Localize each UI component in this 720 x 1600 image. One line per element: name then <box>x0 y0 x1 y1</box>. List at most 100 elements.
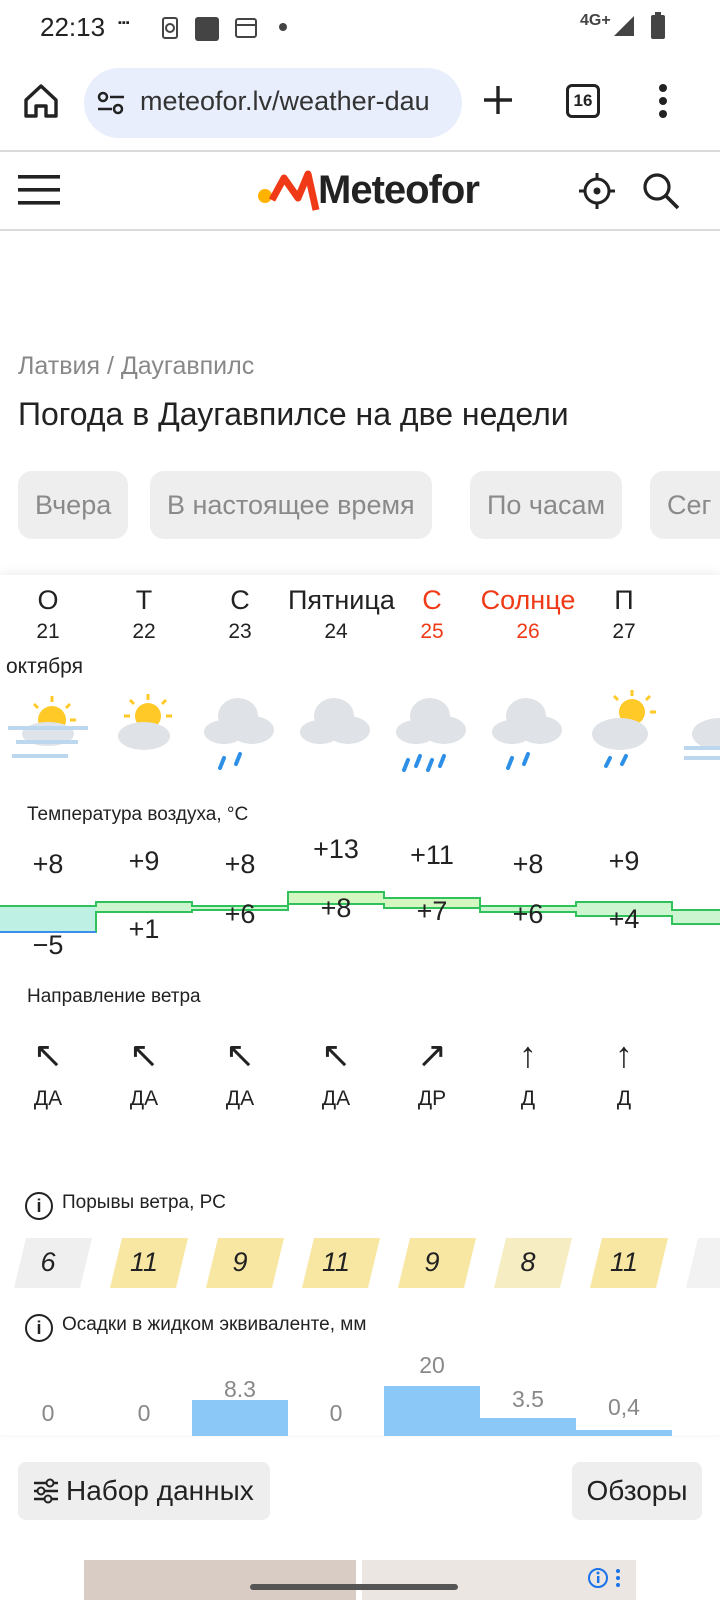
day-column-5[interactable]: С 25 <box>384 585 480 644</box>
day-date: 26 <box>516 620 540 643</box>
precip-value: 0 <box>137 1400 151 1426</box>
gust-value: 9 <box>424 1247 440 1277</box>
temp-max: +13 <box>313 834 359 864</box>
temp-min: +8 <box>320 893 352 923</box>
site-settings-icon[interactable] <box>96 88 126 118</box>
day-column-6[interactable]: Солнце 26 <box>480 585 576 644</box>
day-column-1[interactable]: О 21 <box>0 585 96 644</box>
info-icon[interactable]: i <box>25 1192 53 1220</box>
gust-value: 8 <box>520 1247 536 1277</box>
day-date: 25 <box>420 620 444 643</box>
day-name: Т <box>135 585 153 615</box>
temu-icon: ▪▪▪ <box>118 17 130 29</box>
toolbar-divider <box>0 150 720 152</box>
logo-mark-icon <box>258 170 320 211</box>
day-name: О <box>37 585 59 615</box>
temp-max: +8 <box>32 849 64 879</box>
temp-min: +6 <box>512 899 544 929</box>
wind-arrow-icon: ↖ <box>320 1034 352 1075</box>
site-logo[interactable]: Meteofor <box>318 168 480 213</box>
day-column-3[interactable]: С 23 <box>192 585 288 644</box>
day-name: С <box>422 585 442 615</box>
tab-now[interactable]: В настоящее время <box>150 471 432 539</box>
more-menu-icon[interactable] <box>656 82 670 120</box>
wind-arrow-icon: ↑ <box>615 1034 633 1075</box>
sliders-icon <box>34 1478 58 1504</box>
wind-direction-label: Направление ветра <box>27 986 201 1007</box>
day-name: П <box>614 585 634 615</box>
dot-icon <box>279 23 287 31</box>
day-column-7[interactable]: П 27 <box>576 585 672 644</box>
status-bar: 22:13 ▪▪▪ 4G+ <box>0 0 720 56</box>
wind-direction: ДА <box>33 1087 63 1110</box>
temp-max: +8 <box>512 849 544 879</box>
gust-value: 9 <box>232 1247 248 1277</box>
app-icon <box>195 17 219 41</box>
weather-icons-row <box>8 690 720 772</box>
precip-value: 20 <box>419 1352 445 1378</box>
day-date: 22 <box>132 620 156 643</box>
wind-direction: ДА <box>321 1087 351 1110</box>
day-name: Пятница <box>288 585 395 615</box>
gesture-bar[interactable] <box>250 1584 458 1590</box>
tab-hourly[interactable]: По часам <box>470 471 623 539</box>
day-date: 21 <box>36 620 60 643</box>
reviews-button[interactable]: Обзоры <box>572 1462 702 1520</box>
tab-today[interactable]: Сег <box>650 471 720 539</box>
day-date: 23 <box>228 620 252 643</box>
status-time: 22:13 <box>40 12 106 42</box>
gust-value: 6 <box>40 1247 56 1277</box>
new-tab-icon[interactable] <box>482 84 514 116</box>
wind-arrow-icon: ↗ <box>416 1034 448 1075</box>
gust-value: 11 <box>321 1247 351 1277</box>
wind-gusts-label: Порывы ветра, РС <box>62 1192 226 1213</box>
cloud-rain-icon <box>204 698 274 770</box>
ad-info-icon[interactable] <box>588 1566 626 1590</box>
month-label: октября <box>6 655 83 678</box>
temp-max: +11 <box>410 840 454 870</box>
page-title: Погода в Даугавпилсе на две недели <box>18 396 569 432</box>
precipitation-label: Осадки в жидком эквиваленте, мм <box>62 1314 367 1335</box>
tab-switcher-button[interactable]: 16 <box>566 84 600 118</box>
day-name: Солнце <box>480 585 576 615</box>
locate-icon[interactable] <box>578 172 616 210</box>
day-column-2[interactable]: Т 22 <box>96 585 192 644</box>
dataset-button-label: Набор данных <box>66 1475 254 1506</box>
tab-yesterday[interactable]: Вчера <box>18 471 129 539</box>
url-bar[interactable]: meteofor.lv/weather-dau <box>84 68 462 138</box>
sun-cloud-fog-icon <box>8 696 88 758</box>
header-divider <box>0 229 720 231</box>
wind-direction: ДА <box>225 1087 255 1110</box>
sun-cloud-rain-icon <box>592 690 656 768</box>
sun-cloud-icon <box>118 694 172 750</box>
cloud-heavy-rain-icon <box>396 698 466 772</box>
home-icon[interactable] <box>22 82 60 120</box>
day-name: С <box>230 585 250 615</box>
signal-icon <box>614 16 634 36</box>
ad-image[interactable] <box>84 1560 356 1600</box>
gust-value: 11 <box>609 1247 639 1277</box>
calendar-icon <box>235 18 257 38</box>
search-icon[interactable] <box>642 172 680 210</box>
url-text[interactable]: meteofor.lv/weather-dau <box>140 86 454 117</box>
precip-value: 0 <box>41 1400 55 1426</box>
partial-next-icon <box>684 718 720 760</box>
battery-icon <box>651 12 665 39</box>
wind-arrow-icon: ↖ <box>32 1034 64 1075</box>
precip-value: 0,4 <box>608 1394 640 1420</box>
info-icon[interactable]: i <box>25 1314 53 1342</box>
day-date: 24 <box>324 620 348 643</box>
cloud-rain-icon <box>492 698 562 770</box>
hamburger-menu-icon[interactable] <box>18 174 60 206</box>
wind-direction: Д <box>520 1087 536 1110</box>
gust-value: 11 <box>129 1247 159 1277</box>
day-column-4[interactable]: Пятница 24 <box>288 585 395 644</box>
breadcrumb[interactable]: Латвия / Даугавпилс <box>18 352 254 381</box>
dataset-button[interactable]: Набор данных <box>18 1462 270 1520</box>
precip-value: 3.5 <box>512 1386 544 1412</box>
wind-direction: Д <box>616 1087 632 1110</box>
temp-max: +9 <box>128 846 160 876</box>
temp-min: +4 <box>608 904 640 934</box>
day-date: 27 <box>612 620 636 643</box>
temp-max: +8 <box>224 849 256 879</box>
